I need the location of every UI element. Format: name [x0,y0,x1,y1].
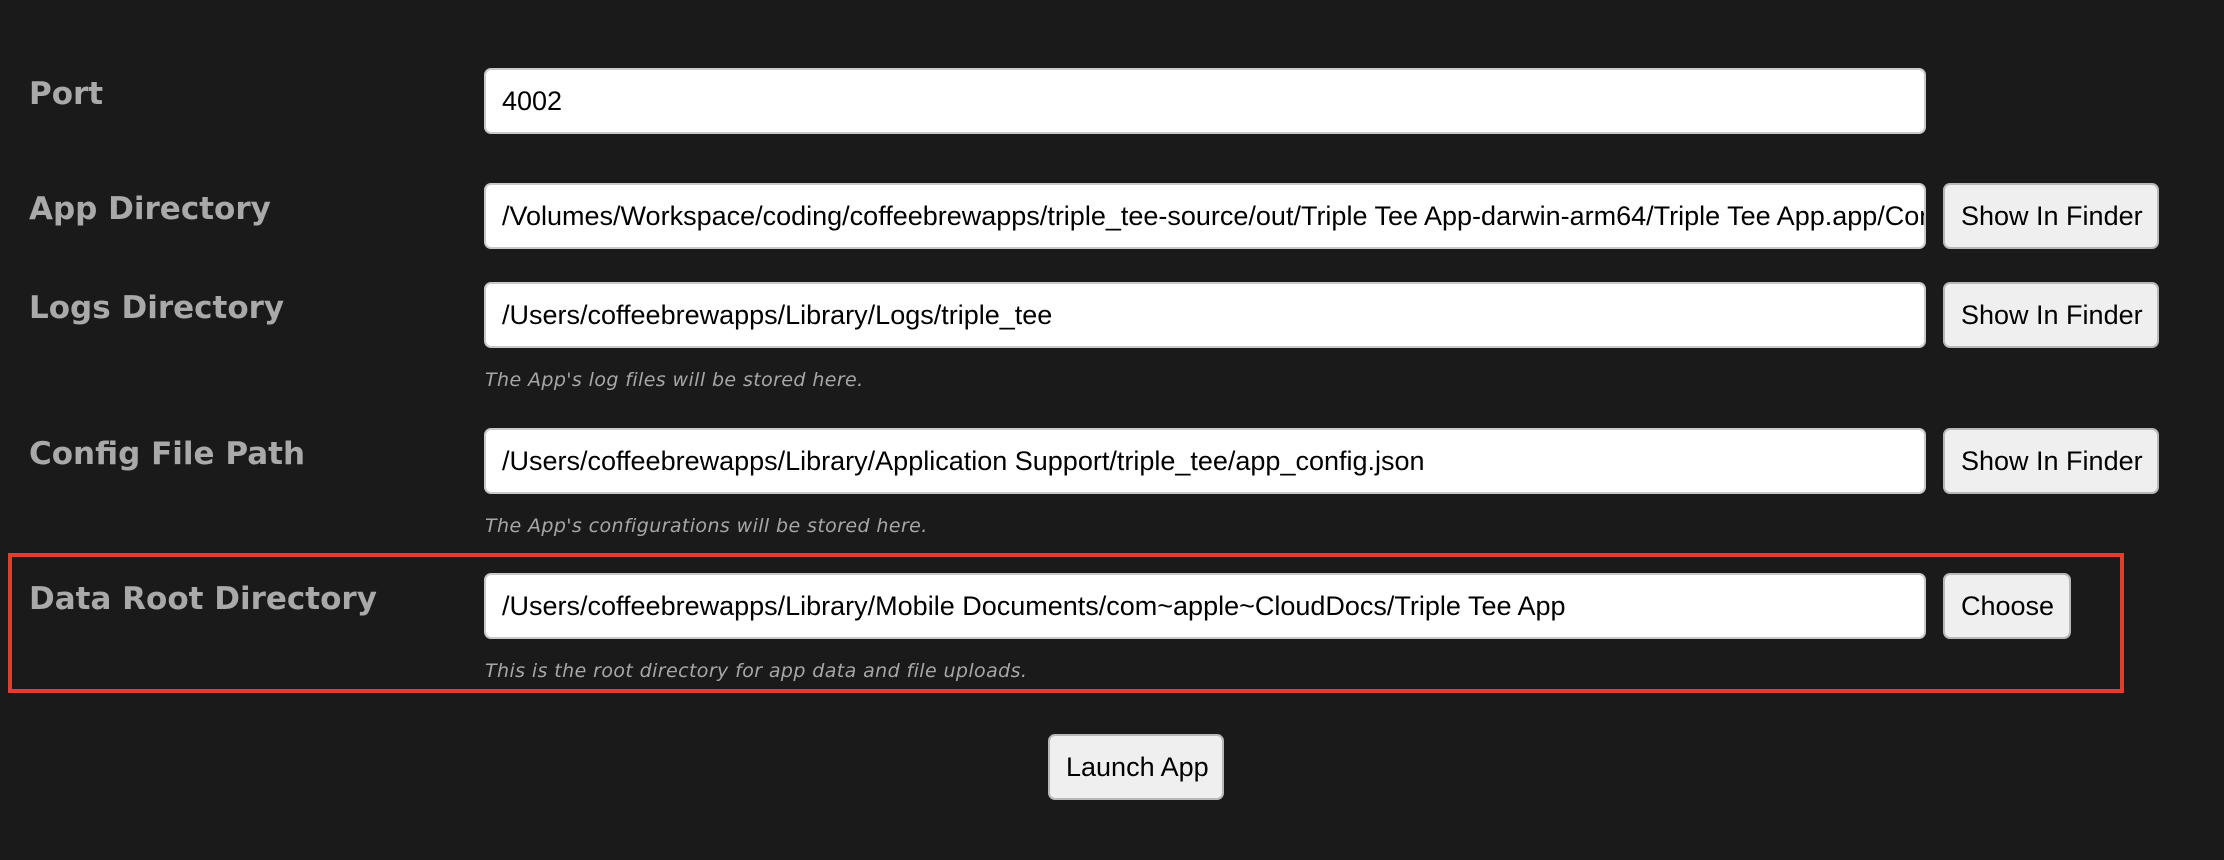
data-root-directory-label: Data Root Directory [29,581,377,617]
config-file-path-show-in-finder-button[interactable]: Show In Finder [1943,428,2159,494]
app-directory-label: App Directory [29,191,271,227]
logs-directory-show-in-finder-button[interactable]: Show In Finder [1943,282,2159,348]
app-directory-input[interactable]: /Volumes/Workspace/coding/coffeebrewapps… [484,183,1926,249]
config-file-path-label: Config File Path [29,436,306,472]
data-root-directory-choose-button[interactable]: Choose [1943,573,2071,639]
app-directory-show-in-finder-button[interactable]: Show In Finder [1943,183,2159,249]
launch-app-button[interactable]: Launch App [1048,734,1224,800]
logs-directory-input[interactable]: /Users/coffeebrewapps/Library/Logs/tripl… [484,282,1926,348]
config-file-path-hint: The App's configurations will be stored … [485,515,928,537]
data-root-directory-hint: This is the root directory for app data … [485,660,1028,682]
launcher-settings-page: Port 4002 App Directory /Volumes/Workspa… [0,0,2224,860]
port-input[interactable]: 4002 [484,68,1926,134]
port-label: Port [29,76,104,112]
config-file-path-input[interactable]: /Users/coffeebrewapps/Library/Applicatio… [484,428,1926,494]
logs-directory-label: Logs Directory [29,290,285,326]
data-root-directory-input[interactable]: /Users/coffeebrewapps/Library/Mobile Doc… [484,573,1926,639]
logs-directory-hint: The App's log files will be stored here. [485,369,864,391]
